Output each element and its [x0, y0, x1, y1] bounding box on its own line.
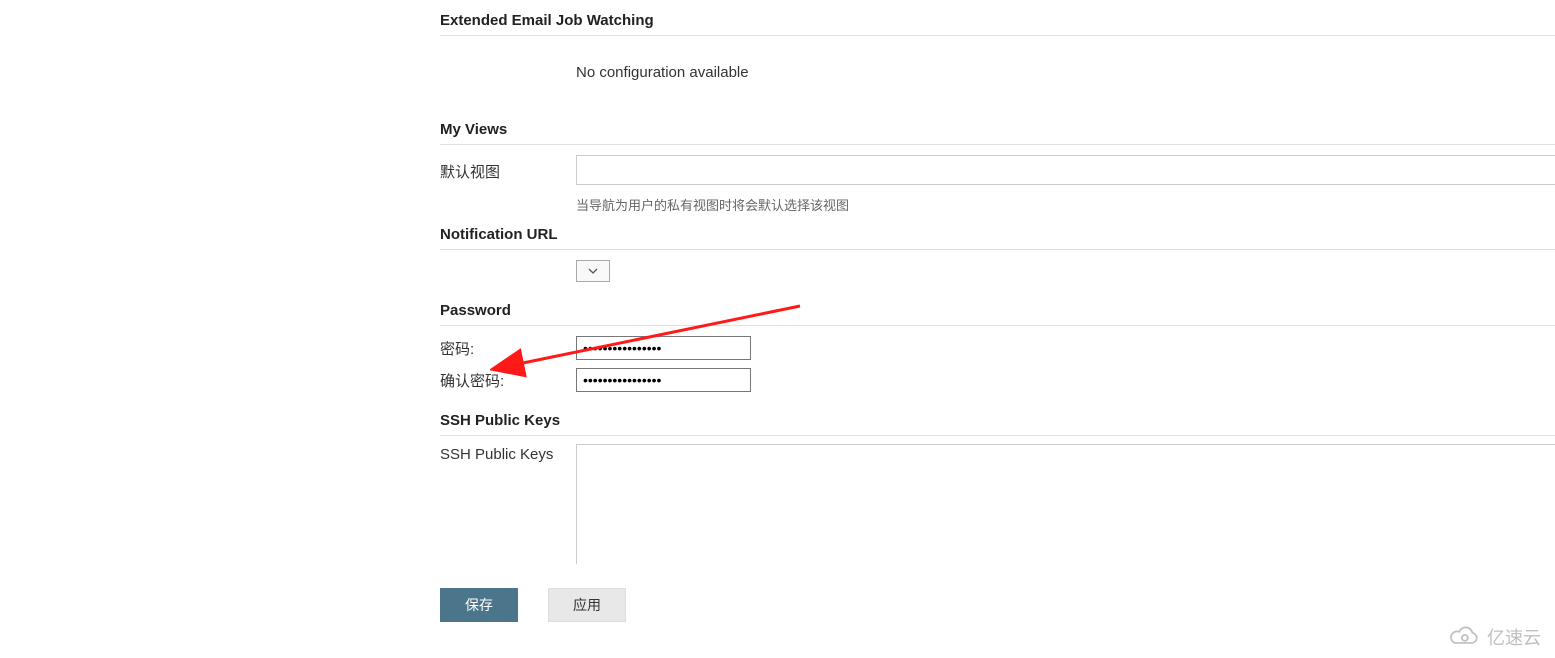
default-view-field	[576, 155, 1555, 185]
confirm-password-row: 确认密码:	[440, 368, 1555, 392]
default-view-label: 默认视图	[440, 155, 576, 182]
default-view-row: 默认视图	[440, 155, 1555, 185]
section-password: Password 密码: 确认密码:	[440, 298, 1555, 392]
divider	[440, 325, 1555, 326]
password-input[interactable]	[576, 336, 751, 360]
section-title-myviews: My Views	[440, 117, 1555, 144]
save-button[interactable]: 保存	[440, 588, 518, 622]
apply-button[interactable]: 应用	[548, 588, 626, 622]
divider	[440, 249, 1555, 250]
config-form: Extended Email Job Watching No configura…	[440, 0, 1555, 622]
section-notification-url: Notification URL	[440, 222, 1555, 282]
section-ssh: SSH Public Keys SSH Public Keys	[440, 408, 1555, 564]
divider	[440, 144, 1555, 145]
email-watching-empty: No configuration available	[440, 36, 1555, 109]
button-bar: 保存 应用	[440, 588, 1555, 622]
section-title-ssh: SSH Public Keys	[440, 408, 1555, 435]
ssh-textarea[interactable]	[576, 444, 1555, 564]
ssh-row: SSH Public Keys	[440, 444, 1555, 564]
section-title-password: Password	[440, 298, 1555, 325]
section-email-watching: Extended Email Job Watching No configura…	[440, 8, 1555, 109]
section-title-email: Extended Email Job Watching	[440, 8, 1555, 35]
chevron-down-icon	[588, 266, 598, 276]
password-label: 密码:	[440, 338, 576, 359]
section-my-views: My Views 默认视图 当导航为用户的私有视图时将会默认选择该视图	[440, 117, 1555, 214]
watermark-text: 亿速云	[1487, 624, 1541, 650]
confirm-password-input[interactable]	[576, 368, 751, 392]
ssh-label: SSH Public Keys	[440, 444, 576, 463]
confirm-password-label: 确认密码:	[440, 370, 576, 391]
default-view-input[interactable]	[576, 155, 1555, 185]
password-row: 密码:	[440, 336, 1555, 360]
cloud-logo-icon	[1447, 625, 1481, 649]
notification-url-dropdown[interactable]	[576, 260, 610, 282]
password-group: 密码: 确认密码:	[440, 336, 1555, 392]
divider	[440, 435, 1555, 436]
watermark: 亿速云	[1447, 624, 1541, 650]
default-view-helper: 当导航为用户的私有视图时将会默认选择该视图	[576, 195, 1555, 214]
section-title-notification: Notification URL	[440, 222, 1555, 249]
